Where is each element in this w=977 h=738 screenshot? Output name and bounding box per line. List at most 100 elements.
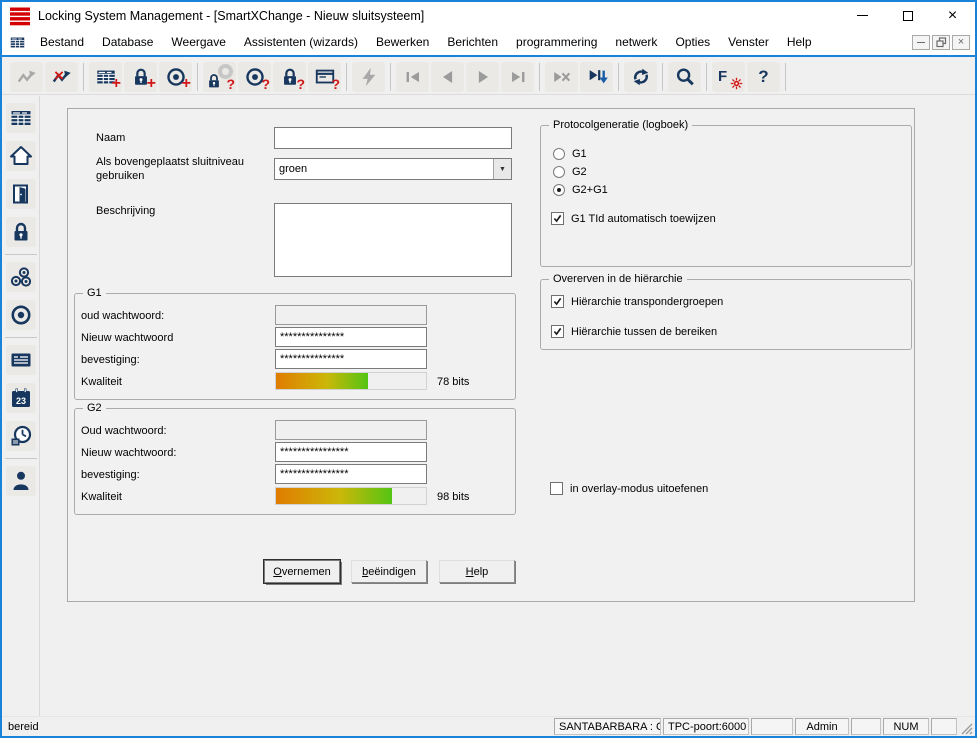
hierarchie-bereiken-row: Hiërarchie tussen de bereiken [551,325,717,338]
read-transponder-button[interactable]: ? [238,62,271,92]
toolbar-separator [785,63,786,91]
app-window: Locking System Management - [SmartXChang… [0,0,977,738]
g2-bevestiging-input[interactable] [275,464,427,484]
menu-berichten[interactable]: Berichten [438,32,507,52]
chevron-down-icon[interactable]: ▼ [493,159,511,179]
new-lock-button[interactable]: + [124,62,157,92]
sluitniveau-combobox[interactable]: groen ▼ [274,158,512,180]
program-button[interactable] [352,62,385,92]
tid-checkbox-label: G1 TId automatisch toewijzen [571,213,716,225]
menu-assistenten[interactable]: Assistenten (wizards) [235,32,367,52]
help-button[interactable]: ? [747,62,780,92]
menu-bestand[interactable]: Bestand [31,32,93,52]
hierarchie-groepen-checkbox[interactable] [551,295,564,308]
new-transponder-button[interactable]: + [159,62,192,92]
hierarchie-bereiken-checkbox[interactable] [551,325,564,338]
filter-settings-button[interactable]: F [712,62,745,92]
mdi-close-button[interactable]: × [952,35,970,50]
toolbar-separator [197,63,198,91]
home-icon [9,144,33,168]
beschrijving-textarea[interactable] [274,203,512,277]
overlay-row: in overlay-modus uitoefenen [550,482,708,495]
sidebar-item-matrix[interactable] [6,103,36,133]
g2-bits-value: 98 bits [437,491,469,503]
overnemen-button[interactable]: Overnemen [264,560,340,583]
overlay-checkbox[interactable] [550,482,563,495]
protocol-group-title: Protocolgeneratie (logboek) [549,119,692,131]
menu-bewerken[interactable]: Bewerken [367,32,438,52]
sidebar-item-lock[interactable] [6,217,36,247]
sidebar-item-calendar[interactable] [6,383,36,413]
minimize-button[interactable] [840,2,885,29]
sidebar-item-person[interactable] [6,466,36,496]
g1-nieuw-input[interactable] [275,327,427,347]
sluitniveau-label: Als bovengeplaatst sluitniveau gebruiken [96,155,271,183]
tid-checkbox-row: G1 TId automatisch toewijzen [551,212,716,225]
gear-icon [730,77,743,90]
menu-weergave[interactable]: Weergave [162,32,234,52]
disconnect-button[interactable]: × [45,62,78,92]
read-lock-2-button[interactable]: ? [273,62,306,92]
beeindigen-button[interactable]: beëindigen [351,560,427,583]
check-icon [553,214,562,223]
last-record-icon [507,66,529,88]
status-ready: bereid [2,721,552,733]
new-locking-system-button[interactable]: + [89,62,122,92]
menu-opties[interactable]: Opties [666,32,719,52]
g1-bevestiging-input[interactable] [275,349,427,369]
help-form-button[interactable]: Help [439,560,515,583]
mdi-restore-button[interactable] [932,35,950,50]
next-record-button[interactable] [466,62,499,92]
menu-database[interactable]: Database [93,32,162,52]
sidebar-item-time-zone[interactable] [6,421,36,451]
next-record-icon [472,66,494,88]
protocol-group: Protocolgeneratie (logboek) G1 G2 G2+G1 … [540,125,912,267]
g2-radio[interactable] [553,166,565,178]
read-lock-button[interactable]: ? [203,62,236,92]
close-button[interactable]: × [930,2,975,29]
refresh-button[interactable] [624,62,657,92]
connect-button[interactable] [10,62,43,92]
g1-group-title: G1 [83,287,106,299]
menu-venster[interactable]: Venster [719,32,778,52]
read-reader-button[interactable]: ? [308,62,341,92]
mdi-minimize-button[interactable] [912,35,930,50]
radio-row-g2g1: G2+G1 [553,184,608,196]
menu-netwerk[interactable]: netwerk [606,32,666,52]
menu-help[interactable]: Help [778,32,821,52]
sidebar-item-transponder[interactable] [6,300,36,330]
naam-input[interactable] [274,127,512,149]
g1-kwaliteit-label: Kwaliteit [81,376,122,388]
sluitniveau-value: groen [275,163,493,175]
sidebar-item-schedule[interactable] [6,345,36,375]
calendar-icon [9,386,33,410]
mdi-close-icon: × [958,37,964,48]
tid-checkbox[interactable] [551,212,564,225]
menu-programmering[interactable]: programmering [507,32,606,52]
last-record-button[interactable] [501,62,534,92]
g2g1-radio[interactable] [553,184,565,196]
resize-grip[interactable] [959,721,973,735]
g2-nieuw-input[interactable] [275,442,427,462]
g2-oud-label: Oud wachtwoord: [81,425,167,437]
g1-radio[interactable] [553,148,565,160]
first-record-button[interactable] [396,62,429,92]
minimize-icon [857,15,868,16]
maximize-button[interactable] [885,2,930,29]
sidebar-item-transponder-group[interactable] [6,262,36,292]
jump-record-button[interactable] [580,62,613,92]
sidebar-item-door[interactable] [6,179,36,209]
status-num-lock: NUM [883,718,929,735]
previous-record-button[interactable] [431,62,464,92]
sidebar-separator [5,337,37,338]
sidebar-separator [5,254,37,255]
person-icon [9,469,33,493]
g2-nieuw-label: Nieuw wachtwoord: [81,447,176,459]
g1-nieuw-label: Nieuw wachtwoord [81,332,173,344]
sidebar-item-home[interactable] [6,141,36,171]
search-button[interactable] [668,62,701,92]
form-panel: Naam Als bovengeplaatst sluitniveau gebr… [67,108,915,602]
flash-icon [358,66,380,88]
cancel-navigation-button[interactable] [545,62,578,92]
hierarchie-groepen-row: Hiërarchie transpondergroepen [551,295,723,308]
